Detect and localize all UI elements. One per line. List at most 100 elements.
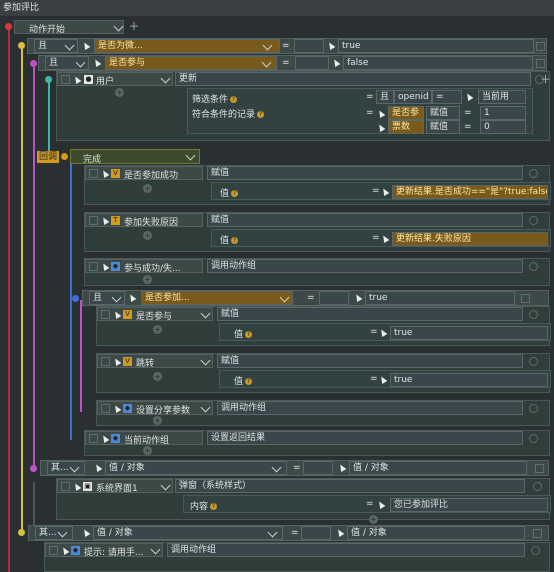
help-icon[interactable]: ?	[245, 378, 253, 385]
cond3-row[interactable]: 且 是否参加... = true	[82, 290, 549, 306]
filter-field[interactable]: openid	[394, 90, 432, 104]
else2-operator-select[interactable]	[301, 526, 331, 540]
cond3-dot[interactable]	[72, 295, 79, 302]
expand-toggle[interactable]	[89, 434, 98, 443]
cond2-row[interactable]: 且 是否参与 = false	[38, 55, 547, 71]
expand-toggle[interactable]	[89, 169, 98, 178]
else1-left[interactable]: 值 / 对象	[105, 461, 287, 475]
else2-toggle[interactable]	[533, 529, 542, 538]
add-sub-icon[interactable]: +	[153, 372, 162, 381]
inner1-header[interactable]: V 是否参与	[97, 307, 213, 322]
add-sub-icon[interactable]: +	[153, 416, 162, 425]
expand-toggle[interactable]	[101, 404, 110, 413]
else2-dot[interactable]	[18, 529, 25, 536]
add-icon[interactable]: ＋	[540, 74, 551, 85]
add-sub-icon[interactable]: +	[369, 515, 378, 524]
user-action[interactable]: 更新	[175, 72, 531, 86]
help-icon[interactable]: ?	[257, 111, 265, 118]
sys-content-value[interactable]: 您已参加评比	[390, 498, 548, 512]
inner1-action[interactable]: 赋值	[217, 307, 523, 321]
inner2-action[interactable]: 赋值	[217, 354, 523, 368]
cond1-value[interactable]: true	[338, 39, 534, 53]
else2-left[interactable]: 值 / 对象	[93, 526, 283, 540]
record2-value[interactable]: 0	[480, 120, 526, 134]
cond3-var[interactable]: 是否参加...	[141, 291, 293, 305]
step3-action[interactable]: 调用动作组	[207, 259, 523, 273]
filter-eq-select[interactable]: =	[432, 90, 462, 104]
callback-dot[interactable]	[61, 153, 68, 160]
filter-op[interactable]: 且	[376, 90, 394, 104]
cond3-operator-select[interactable]	[319, 291, 349, 305]
step2-action[interactable]: 赋值	[207, 213, 523, 227]
cond3-toggle[interactable]	[521, 294, 530, 303]
tip-header[interactable]: ◆ 提示: 请用手...	[45, 543, 163, 558]
expand-toggle[interactable]	[101, 357, 110, 366]
cond1-dot[interactable]	[18, 42, 25, 49]
inner3-action[interactable]: 调用动作组	[217, 401, 523, 415]
expand-toggle[interactable]	[61, 75, 70, 84]
else1-dot[interactable]	[30, 465, 37, 472]
help-icon[interactable]: ?	[210, 503, 218, 510]
expand-toggle[interactable]	[61, 482, 70, 491]
add-sub-icon[interactable]: +	[115, 88, 124, 97]
else1-op[interactable]: 其...	[47, 461, 85, 475]
step2-header[interactable]: T 参加失败原因	[85, 213, 203, 228]
cond1-operator-select[interactable]	[294, 39, 324, 53]
cond3-value[interactable]: true	[365, 291, 515, 305]
sys-action[interactable]: 弹窗（系统样式）	[175, 479, 525, 493]
else2-row[interactable]: 其... 值 / 对象 = 值 / 对象	[28, 525, 549, 541]
else2-right[interactable]: 值 / 对象	[347, 526, 525, 540]
record2-op[interactable]: 赋值	[426, 120, 460, 134]
inner2-header[interactable]: V 跳转	[97, 354, 213, 369]
add-sub-icon[interactable]: +	[143, 184, 152, 193]
expand-toggle[interactable]	[89, 216, 98, 225]
cond1-toggle[interactable]	[536, 42, 545, 51]
inner1-value[interactable]: true	[390, 326, 548, 340]
record1-value[interactable]: 1	[480, 106, 526, 120]
else2-op[interactable]: 其...	[35, 526, 73, 540]
cond1-var[interactable]: 是否为微...	[94, 39, 280, 53]
tip-action[interactable]: 调用动作组	[167, 543, 525, 557]
add-sub-icon[interactable]: +	[143, 275, 152, 284]
cond1-row[interactable]: 且 是否为微... = true	[27, 38, 547, 54]
root-header[interactable]: 动作开始	[14, 20, 124, 35]
current-header[interactable]: ◆ 当前动作组	[85, 431, 203, 446]
cond2-operator-select[interactable]	[295, 56, 329, 70]
cond2-value[interactable]: false	[343, 56, 533, 70]
sys-header[interactable]: ▣ 系统界面1	[57, 479, 173, 494]
step1-header[interactable]: V 是否参加成功	[85, 166, 203, 181]
record2-field[interactable]: 票数	[388, 120, 424, 134]
cond2-dot[interactable]	[30, 60, 37, 67]
chevron-down-icon[interactable]	[113, 21, 124, 32]
expand-toggle[interactable]	[49, 546, 58, 555]
help-icon[interactable]: ?	[245, 331, 253, 338]
else1-operator-select[interactable]	[303, 461, 333, 475]
else1-right[interactable]: 值 / 对象	[349, 461, 527, 475]
help-icon[interactable]: ?	[230, 96, 238, 103]
root-dot[interactable]	[5, 23, 12, 30]
callback-header[interactable]: 完成	[70, 149, 200, 165]
add-sub-icon[interactable]: +	[143, 231, 152, 240]
else1-row[interactable]: 其... 值 / 对象 = 值 / 对象	[40, 460, 549, 476]
expand-toggle[interactable]	[101, 310, 110, 319]
expand-toggle[interactable]	[89, 262, 98, 271]
filter-value[interactable]: 当前用	[478, 90, 526, 104]
cond2-var[interactable]: 是否参与	[105, 56, 277, 70]
inner3-header[interactable]: ◆ 设置分享参数	[97, 401, 213, 416]
current-action[interactable]: 设置返回结果	[207, 431, 523, 445]
step3-header[interactable]: ◆ 参与成功/失...	[85, 259, 203, 274]
add-sub-icon[interactable]: +	[153, 325, 162, 334]
else1-toggle[interactable]	[535, 464, 544, 473]
help-icon[interactable]: ?	[231, 237, 239, 244]
record1-op[interactable]: 赋值	[426, 106, 460, 120]
inner2-value[interactable]: true	[390, 373, 548, 387]
help-icon[interactable]: ?	[231, 190, 239, 197]
step2-value[interactable]: 更新结果.失败原因	[392, 232, 548, 246]
add-icon[interactable]: ＋	[128, 21, 140, 32]
step1-action[interactable]: 赋值	[207, 166, 523, 180]
user-dot[interactable]	[45, 76, 52, 83]
add-sub-icon[interactable]: +	[143, 446, 152, 455]
user-header[interactable]: ● 用户	[57, 72, 173, 87]
record1-field[interactable]: 是否参	[388, 106, 424, 120]
step1-value[interactable]: 更新结果.是否成功=="是"?true:false	[392, 185, 548, 199]
